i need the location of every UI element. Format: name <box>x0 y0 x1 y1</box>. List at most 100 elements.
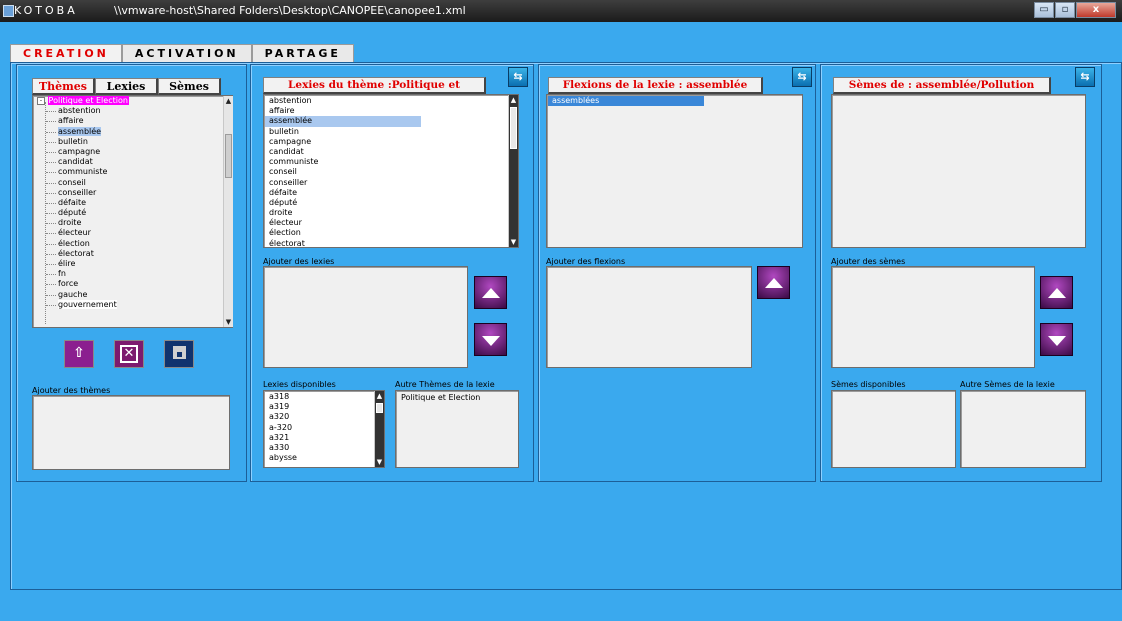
tree-item[interactable]: bulletin <box>34 137 224 147</box>
subtab-themes[interactable]: Thèmes <box>32 78 95 95</box>
lexies-swap-button[interactable]: ⇆ <box>508 67 528 87</box>
list-item[interactable]: droite <box>265 208 421 218</box>
tree-item[interactable]: conseiller <box>34 188 224 198</box>
add-themes-input[interactable] <box>32 395 230 470</box>
tab-partage[interactable]: PARTAGE <box>251 44 354 62</box>
down-arrow-icon <box>1048 336 1066 346</box>
semes-move-down-button[interactable] <box>1040 323 1073 356</box>
lexies-list-items: abstention affaire assemblée bulletin ca… <box>265 96 507 248</box>
tab-creation[interactable]: CREATION <box>10 44 122 62</box>
flexions-move-up-button[interactable] <box>757 266 790 299</box>
scroll-up-icon[interactable]: ▲ <box>375 391 384 401</box>
available-lexies-scrollbar[interactable]: ▲ ▼ <box>374 391 384 467</box>
tab-activation[interactable]: ACTIVATION <box>121 44 252 62</box>
tree-item[interactable]: communiste <box>34 167 224 177</box>
down-arrow-icon <box>482 336 500 346</box>
add-flexions-input[interactable] <box>546 266 752 368</box>
scroll-down-icon[interactable]: ▼ <box>375 457 384 467</box>
tree-item[interactable]: droite <box>34 218 224 228</box>
tree-item[interactable]: force <box>34 279 224 289</box>
scroll-thumb[interactable] <box>510 107 517 149</box>
tree-item[interactable]: assemblée <box>34 126 224 137</box>
add-semes-input[interactable] <box>831 266 1035 368</box>
other-semes-label: Autre Sèmes de la lexie <box>960 380 1055 389</box>
tree-item[interactable]: affaire <box>34 116 224 126</box>
swap-arrows-icon: ⇆ <box>797 70 807 83</box>
app-name: KOTOBA <box>14 4 78 17</box>
list-item-selected[interactable]: assemblées <box>548 96 704 107</box>
close-button[interactable]: x <box>1076 2 1116 18</box>
window-controls: ▭ ▫ x <box>1034 2 1116 18</box>
flexions-swap-button[interactable]: ⇆ <box>792 67 812 87</box>
list-item[interactable]: conseil <box>265 167 421 177</box>
subtab-lexies[interactable]: Lexies <box>95 78 158 95</box>
tree-item[interactable]: campagne <box>34 147 224 157</box>
themes-scrollbar[interactable]: ▲ ▼ <box>223 96 233 327</box>
collapse-icon[interactable]: - <box>37 96 45 105</box>
lexies-scrollbar[interactable]: ▲ ▼ <box>508 95 518 247</box>
list-item[interactable]: a330 <box>265 443 373 453</box>
list-item[interactable]: a318 <box>265 392 373 402</box>
list-item[interactable]: a319 <box>265 402 373 412</box>
available-semes-label: Sèmes disponibles <box>831 380 906 389</box>
lexies-move-down-button[interactable] <box>474 323 507 356</box>
scroll-down-icon[interactable]: ▼ <box>509 237 518 247</box>
add-semes-label: Ajouter des sèmes <box>831 257 906 266</box>
list-item[interactable]: abysse <box>265 453 373 463</box>
delete-icon: ✕ <box>120 345 138 363</box>
semes-list <box>831 94 1086 248</box>
available-lexies-list: a318 a319 a320 a-320 a321 a330 abysse ▲ … <box>263 390 385 468</box>
scroll-down-icon[interactable]: ▼ <box>224 317 233 327</box>
tree-item[interactable]: gauche <box>34 290 224 300</box>
scroll-thumb[interactable] <box>376 403 383 413</box>
flexions-header: Flexions de la lexie : assemblée <box>548 77 763 94</box>
list-item[interactable]: député <box>265 198 421 208</box>
semes-swap-button[interactable]: ⇆ <box>1075 67 1095 87</box>
tree-root[interactable]: - Politique et Election <box>34 96 224 106</box>
list-item[interactable]: électorat <box>265 239 421 248</box>
list-item[interactable]: a321 <box>265 433 373 443</box>
list-item[interactable]: abstention <box>265 96 421 106</box>
list-item[interactable]: conseiller <box>265 178 421 188</box>
list-item[interactable]: Politique et Election <box>397 393 517 403</box>
save-theme-button[interactable] <box>164 340 194 368</box>
tree-item[interactable]: candidat <box>34 157 224 167</box>
list-item[interactable]: a-320 <box>265 423 373 433</box>
tree-item[interactable]: électeur <box>34 228 224 238</box>
add-lexies-input[interactable] <box>263 266 468 368</box>
add-flexions-label: Ajouter des flexions <box>546 257 626 266</box>
list-item[interactable]: bulletin <box>265 127 421 137</box>
app-logo-icon <box>3 5 14 17</box>
scroll-up-icon[interactable]: ▲ <box>509 95 518 105</box>
tree-item[interactable]: abstention <box>34 106 224 116</box>
lexies-move-up-button[interactable] <box>474 276 507 309</box>
minimize-button[interactable]: ▭ <box>1034 2 1054 18</box>
tree-item[interactable]: fn <box>34 269 224 279</box>
list-item[interactable]: élection <box>265 228 421 238</box>
upload-theme-button[interactable]: ⇧ <box>64 340 94 368</box>
scroll-up-icon[interactable]: ▲ <box>224 96 233 106</box>
tree-list: - Politique et Election abstention affai… <box>34 96 224 327</box>
maximize-button[interactable]: ▫ <box>1055 2 1075 18</box>
file-path: \\vmware-host\Shared Folders\Desktop\CAN… <box>114 4 466 17</box>
subtab-semes[interactable]: Sèmes <box>158 78 221 95</box>
list-item[interactable]: affaire <box>265 106 421 116</box>
other-themes-items: Politique et Election <box>397 393 517 403</box>
delete-theme-button[interactable]: ✕ <box>114 340 144 368</box>
tree-item[interactable]: gouvernement <box>34 299 224 310</box>
tree-item[interactable]: électorat <box>34 249 224 259</box>
semes-move-up-button[interactable] <box>1040 276 1073 309</box>
list-item[interactable]: candidat <box>265 147 421 157</box>
tree-item[interactable]: député <box>34 208 224 218</box>
list-item[interactable]: défaite <box>265 188 421 198</box>
tree-item[interactable]: élection <box>34 239 224 249</box>
list-item[interactable]: communiste <box>265 157 421 167</box>
scroll-thumb[interactable] <box>225 134 232 178</box>
list-item-selected[interactable]: assemblée <box>265 116 421 127</box>
tree-item[interactable]: conseil <box>34 178 224 188</box>
tree-item[interactable]: élire <box>34 259 224 269</box>
list-item[interactable]: campagne <box>265 137 421 147</box>
tree-item[interactable]: défaite <box>34 198 224 208</box>
list-item[interactable]: électeur <box>265 218 421 228</box>
list-item[interactable]: a320 <box>265 412 373 422</box>
